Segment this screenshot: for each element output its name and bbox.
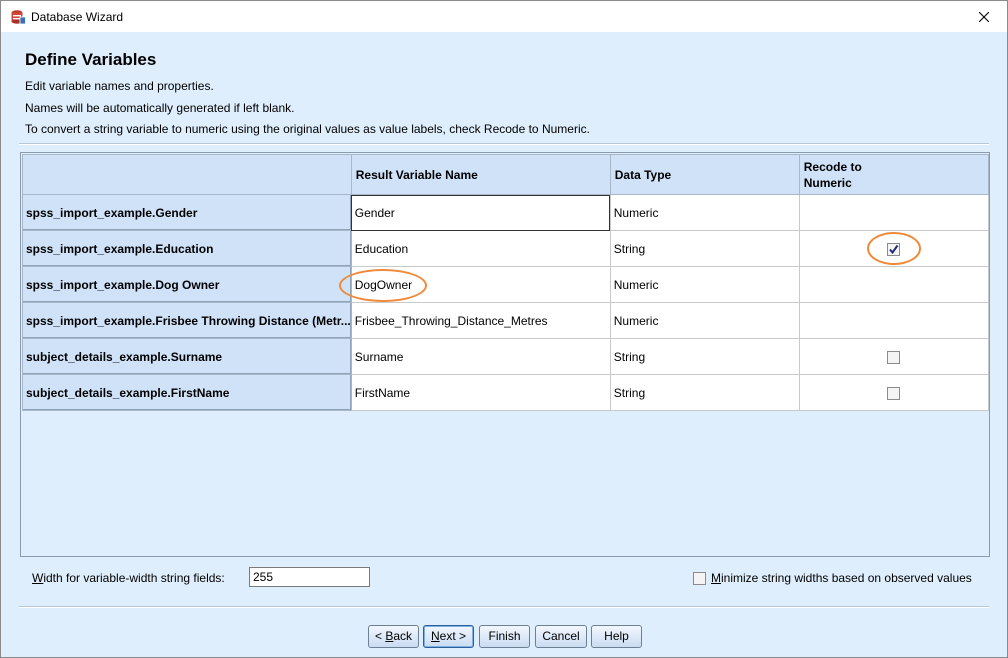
data-type-cell[interactable]: Numeric xyxy=(609,302,800,339)
row-header: spss_import_example.Dog Owner xyxy=(22,266,352,303)
close-button[interactable] xyxy=(961,1,1007,32)
string-width-input[interactable]: 255 xyxy=(249,567,370,587)
table-row: spss_import_example.Frisbee Throwing Dis… xyxy=(22,302,989,339)
back-button[interactable]: < Back xyxy=(368,625,419,648)
table-row: spss_import_example.Gender Gender Numeri… xyxy=(22,194,989,231)
result-name-cell[interactable]: Gender xyxy=(350,194,611,231)
finish-button[interactable]: Finish xyxy=(479,625,530,648)
recode-cell xyxy=(798,266,989,303)
page-title: Define Variables xyxy=(25,50,157,69)
row-header: spss_import_example.Frisbee Throwing Dis… xyxy=(22,302,352,339)
checkmark-icon xyxy=(889,244,899,254)
minimize-widths-label[interactable]: Minimize string widths based on observed… xyxy=(711,571,972,585)
title-bar: Database Wizard xyxy=(1,1,1007,32)
recode-cell xyxy=(798,338,989,375)
description-line-2: Names will be automatically generated if… xyxy=(25,101,295,115)
description-line-1: Edit variable names and properties. xyxy=(25,79,214,93)
data-type-cell[interactable]: Numeric xyxy=(609,194,800,231)
result-name-cell[interactable]: Surname xyxy=(350,338,611,375)
data-type-cell[interactable]: String xyxy=(609,338,800,375)
row-header: spss_import_example.Gender xyxy=(22,194,352,231)
result-name-cell[interactable]: FirstName xyxy=(350,374,611,411)
cancel-button[interactable]: Cancel xyxy=(535,625,587,648)
table-row: spss_import_example.Dog Owner DogOwner N… xyxy=(22,266,989,303)
recode-header-line-1: Recode to xyxy=(803,159,862,174)
recode-cell xyxy=(798,302,989,339)
variables-grid[interactable]: Result Variable Name Data Type Recode to… xyxy=(20,152,990,557)
bottom-divider xyxy=(19,606,989,608)
data-type-cell[interactable]: String xyxy=(609,374,800,411)
window-title: Database Wizard xyxy=(31,10,124,24)
recode-header-line-2: Numeric xyxy=(803,175,852,190)
column-header-source[interactable] xyxy=(22,154,352,195)
row-header: subject_details_example.FirstName xyxy=(22,374,352,411)
recode-cell xyxy=(798,374,989,411)
table-row: subject_details_example.FirstName FirstN… xyxy=(22,374,989,411)
result-name-cell[interactable]: DogOwner xyxy=(350,266,611,303)
recode-cell xyxy=(798,230,989,267)
recode-checkbox[interactable] xyxy=(887,350,901,364)
row-header: spss_import_example.Education xyxy=(22,230,352,267)
row-header: subject_details_example.Surname xyxy=(22,338,352,375)
recode-checkbox[interactable] xyxy=(887,386,901,400)
database-wizard-icon xyxy=(10,9,26,25)
top-divider xyxy=(19,143,989,145)
width-field-label: Width for variable-width string fields: xyxy=(32,571,225,585)
database-wizard-window: Database Wizard Define Variables Edit va… xyxy=(0,0,1008,658)
minimize-widths-checkbox[interactable] xyxy=(693,572,706,585)
close-icon xyxy=(979,11,989,22)
data-type-cell[interactable]: String xyxy=(609,230,800,267)
next-button[interactable]: Next > xyxy=(423,625,474,648)
recode-checkbox[interactable] xyxy=(887,242,901,256)
data-type-cell[interactable]: Numeric xyxy=(609,266,800,303)
variables-table: Result Variable Name Data Type Recode to… xyxy=(22,154,989,411)
result-name-cell[interactable]: Frisbee_Throwing_Distance_Metres xyxy=(350,302,611,339)
column-header-data-type[interactable]: Data Type xyxy=(609,154,800,195)
column-header-recode[interactable]: Recode to Numeric xyxy=(798,154,989,195)
table-row: spss_import_example.Education Education … xyxy=(22,230,989,267)
table-row: subject_details_example.Surname Surname … xyxy=(22,338,989,375)
result-name-cell[interactable]: Education xyxy=(350,230,611,267)
column-header-result-name[interactable]: Result Variable Name xyxy=(350,154,611,195)
help-button[interactable]: Help xyxy=(591,625,642,648)
recode-cell xyxy=(798,194,989,231)
description-line-3: To convert a string variable to numeric … xyxy=(25,122,590,136)
